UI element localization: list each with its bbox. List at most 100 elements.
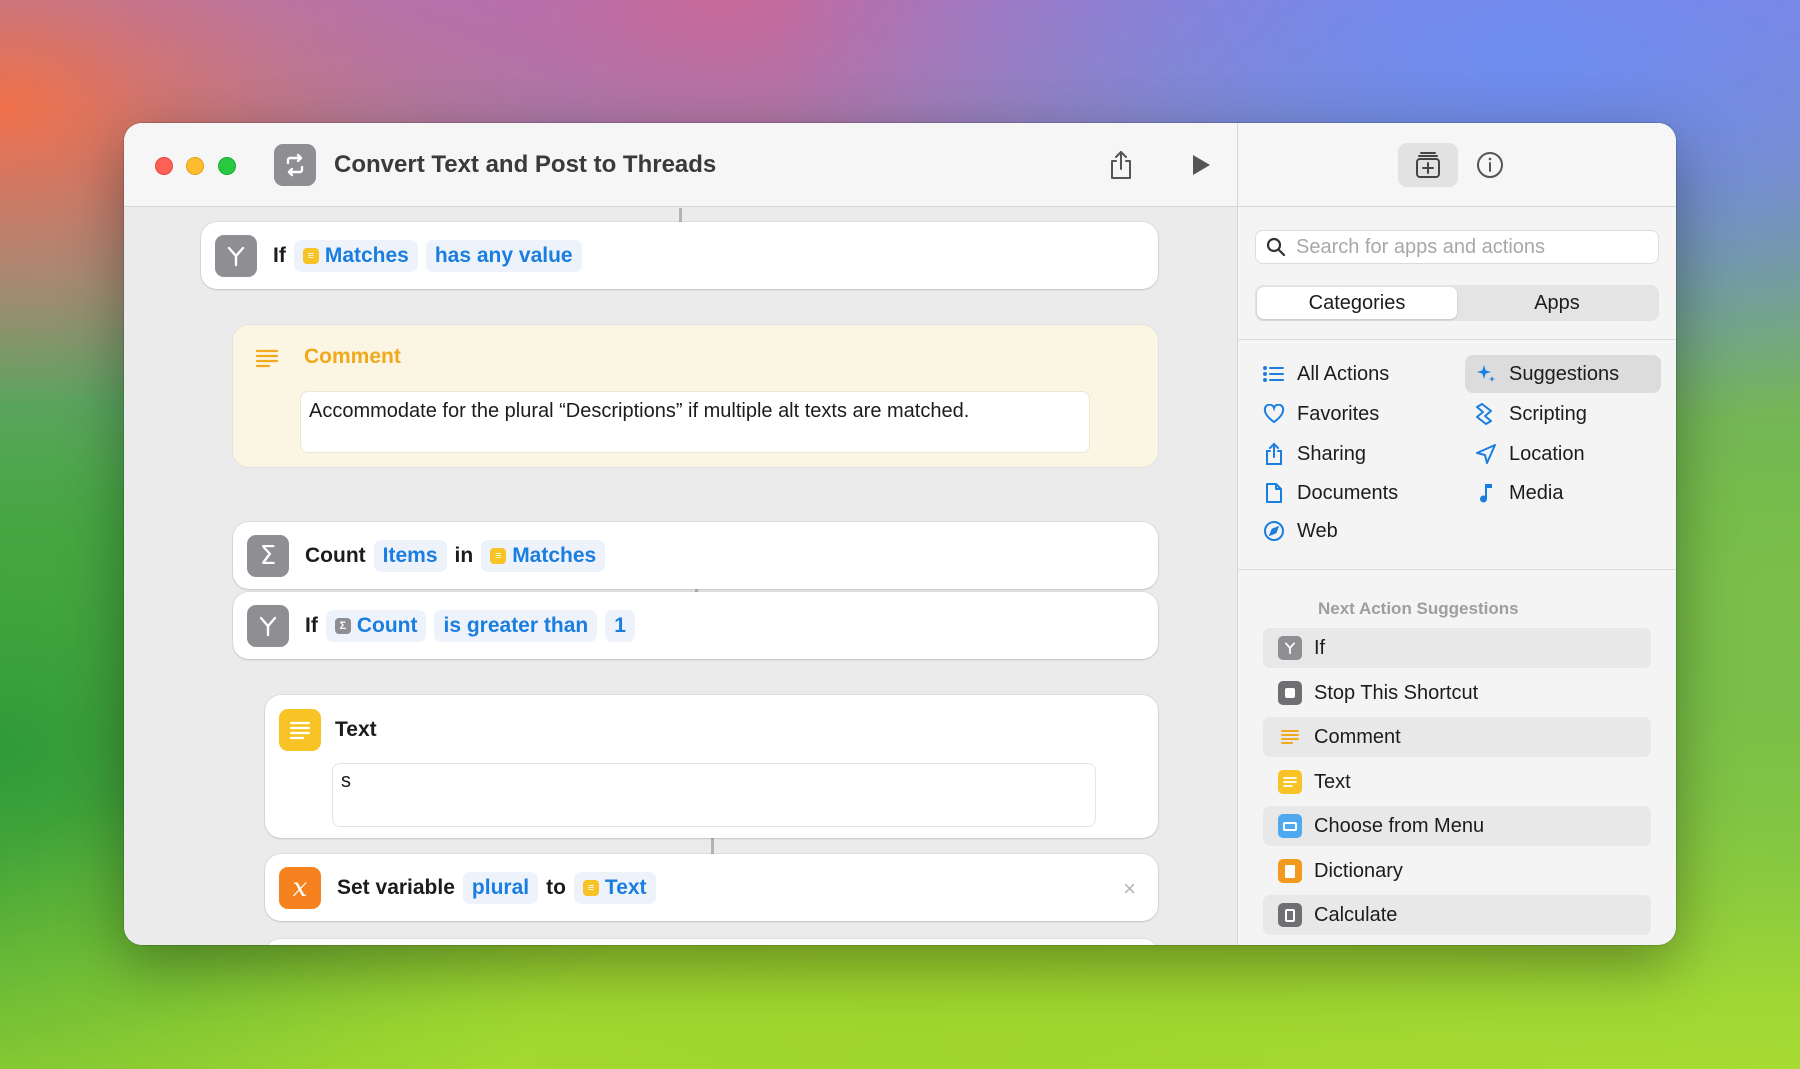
search-input[interactable] <box>1296 235 1646 259</box>
close-window-button[interactable] <box>155 157 173 175</box>
category-documents[interactable]: Documents <box>1253 474 1449 512</box>
category-label: All Actions <box>1297 362 1390 385</box>
condition-token[interactable]: has any value <box>425 239 582 272</box>
text-variable-token[interactable]: ≡ Text <box>573 871 656 904</box>
library-segmented-control: Categories Apps <box>1255 285 1659 321</box>
suggestion-if[interactable]: If <box>1263 628 1651 668</box>
to-keyword: to <box>546 875 566 899</box>
connector-line <box>679 208 682 222</box>
count-action-card[interactable]: Σ Count Items in ≡ Matches <box>233 522 1158 589</box>
action-library-sidebar: Categories Apps All Actions Favorites Sh… <box>1237 123 1676 945</box>
branch-icon <box>1278 636 1302 660</box>
text-icon <box>1278 770 1302 794</box>
category-label: Media <box>1509 481 1564 504</box>
token-label: Matches <box>324 243 409 267</box>
info-icon[interactable] <box>1473 148 1507 182</box>
titlebar: Convert Text and Post to Threads <box>124 123 1237 207</box>
calculator-icon <box>1278 903 1302 927</box>
book-icon <box>1278 859 1302 883</box>
category-label: Favorites <box>1297 402 1380 425</box>
search-icon <box>1266 237 1286 257</box>
suggestion-text[interactable]: Text <box>1263 762 1651 802</box>
category-sharing[interactable]: Sharing <box>1253 435 1449 473</box>
sigma-icon: Σ <box>334 617 351 634</box>
category-all-actions[interactable]: All Actions <box>1253 355 1449 393</box>
suggestion-label: Stop This Shortcut <box>1314 681 1479 704</box>
minimize-window-button[interactable] <box>186 157 204 175</box>
sigma-icon: Σ <box>247 534 289 577</box>
category-label: Suggestions <box>1509 362 1620 385</box>
add-library-icon[interactable] <box>1398 143 1458 187</box>
set-variable-action-card[interactable]: x Set variable plural to ≡ Text × <box>265 854 1158 921</box>
divider <box>1238 569 1676 570</box>
suggestion-label: Text <box>1314 770 1351 793</box>
text-action-card[interactable]: Text s <box>265 695 1158 838</box>
if-action-card[interactable]: If Σ Count is greater than 1 <box>233 592 1158 659</box>
document-icon <box>1263 482 1285 504</box>
category-label: Location <box>1509 442 1585 465</box>
comment-text-field[interactable]: Accommodate for the plural “Descriptions… <box>300 391 1090 453</box>
suggestion-label: Dictionary <box>1314 859 1403 882</box>
text-variable-icon: ≡ <box>582 879 599 896</box>
segment-apps[interactable]: Apps <box>1457 287 1657 319</box>
suggestion-dictionary[interactable]: Dictionary <box>1263 851 1651 891</box>
if-action-card[interactable]: If ≡ Matches has any value <box>201 222 1158 289</box>
heart-icon <box>1263 403 1285 425</box>
category-scripting[interactable]: Scripting <box>1465 395 1661 433</box>
connector-line <box>711 838 714 854</box>
sidebar-toolbar <box>1238 123 1676 207</box>
condition-token[interactable]: is greater than <box>434 609 598 642</box>
shortcuts-window: Convert Text and Post to Threads If ≡ Ma… <box>124 123 1676 945</box>
shortcut-title[interactable]: Convert Text and Post to Threads <box>334 151 716 179</box>
suggestion-stop-this-shortcut[interactable]: Stop This Shortcut <box>1263 673 1651 713</box>
value-token[interactable]: 1 <box>605 609 635 642</box>
divider <box>1238 339 1676 340</box>
token-label: Text <box>604 875 647 899</box>
remove-action-icon[interactable]: × <box>1123 876 1136 902</box>
compass-icon <box>1263 520 1285 542</box>
menu-icon <box>1278 814 1302 838</box>
location-arrow-icon <box>1475 443 1497 465</box>
variable-icon: x <box>279 866 321 909</box>
comment-icon <box>1278 725 1302 749</box>
text-action-header: Text <box>279 709 377 751</box>
segment-categories[interactable]: Categories <box>1257 287 1457 319</box>
scripting-icon <box>1475 403 1497 425</box>
count-variable-token[interactable]: Σ Count <box>325 609 427 642</box>
share-icon[interactable] <box>1103 147 1139 183</box>
sparkle-icon <box>1475 363 1497 385</box>
category-label: Scripting <box>1509 402 1587 425</box>
branch-icon <box>247 604 289 647</box>
text-action-title: Text <box>335 718 377 741</box>
stop-icon <box>1278 681 1302 705</box>
next-action-card[interactable] <box>265 939 1158 945</box>
matches-variable-token[interactable]: ≡ Matches <box>293 239 418 272</box>
list-icon <box>1263 363 1285 385</box>
share-icon <box>1263 442 1285 465</box>
items-token[interactable]: Items <box>373 539 447 572</box>
suggestion-choose-from-menu[interactable]: Choose from Menu <box>1263 806 1651 846</box>
in-keyword: in <box>454 543 474 567</box>
suggestion-calculate[interactable]: Calculate <box>1263 895 1651 935</box>
suggestion-comment[interactable]: Comment <box>1263 717 1651 757</box>
play-icon[interactable] <box>1183 147 1219 183</box>
action-canvas[interactable]: If ≡ Matches has any value Comment Accom… <box>124 208 1237 945</box>
text-field[interactable]: s <box>332 763 1096 827</box>
comment-title: Comment <box>304 345 401 368</box>
category-favorites[interactable]: Favorites <box>1253 395 1449 433</box>
if-keyword: If <box>305 613 318 637</box>
branch-icon <box>215 234 257 277</box>
comment-action-card[interactable]: Comment Accommodate for the plural “Desc… <box>233 325 1158 467</box>
search-field[interactable] <box>1255 230 1659 264</box>
category-label: Sharing <box>1297 442 1366 465</box>
category-media[interactable]: Media <box>1465 474 1661 512</box>
matches-variable-token[interactable]: ≡ Matches <box>481 539 606 572</box>
category-web[interactable]: Web <box>1253 512 1449 550</box>
token-label: Matches <box>512 543 597 567</box>
category-label: Documents <box>1297 481 1399 504</box>
category-suggestions[interactable]: Suggestions <box>1465 355 1661 393</box>
category-location[interactable]: Location <box>1465 435 1661 473</box>
zoom-window-button[interactable] <box>218 157 236 175</box>
variable-name-token[interactable]: plural <box>462 871 539 904</box>
repeat-square-icon[interactable] <box>274 144 316 186</box>
